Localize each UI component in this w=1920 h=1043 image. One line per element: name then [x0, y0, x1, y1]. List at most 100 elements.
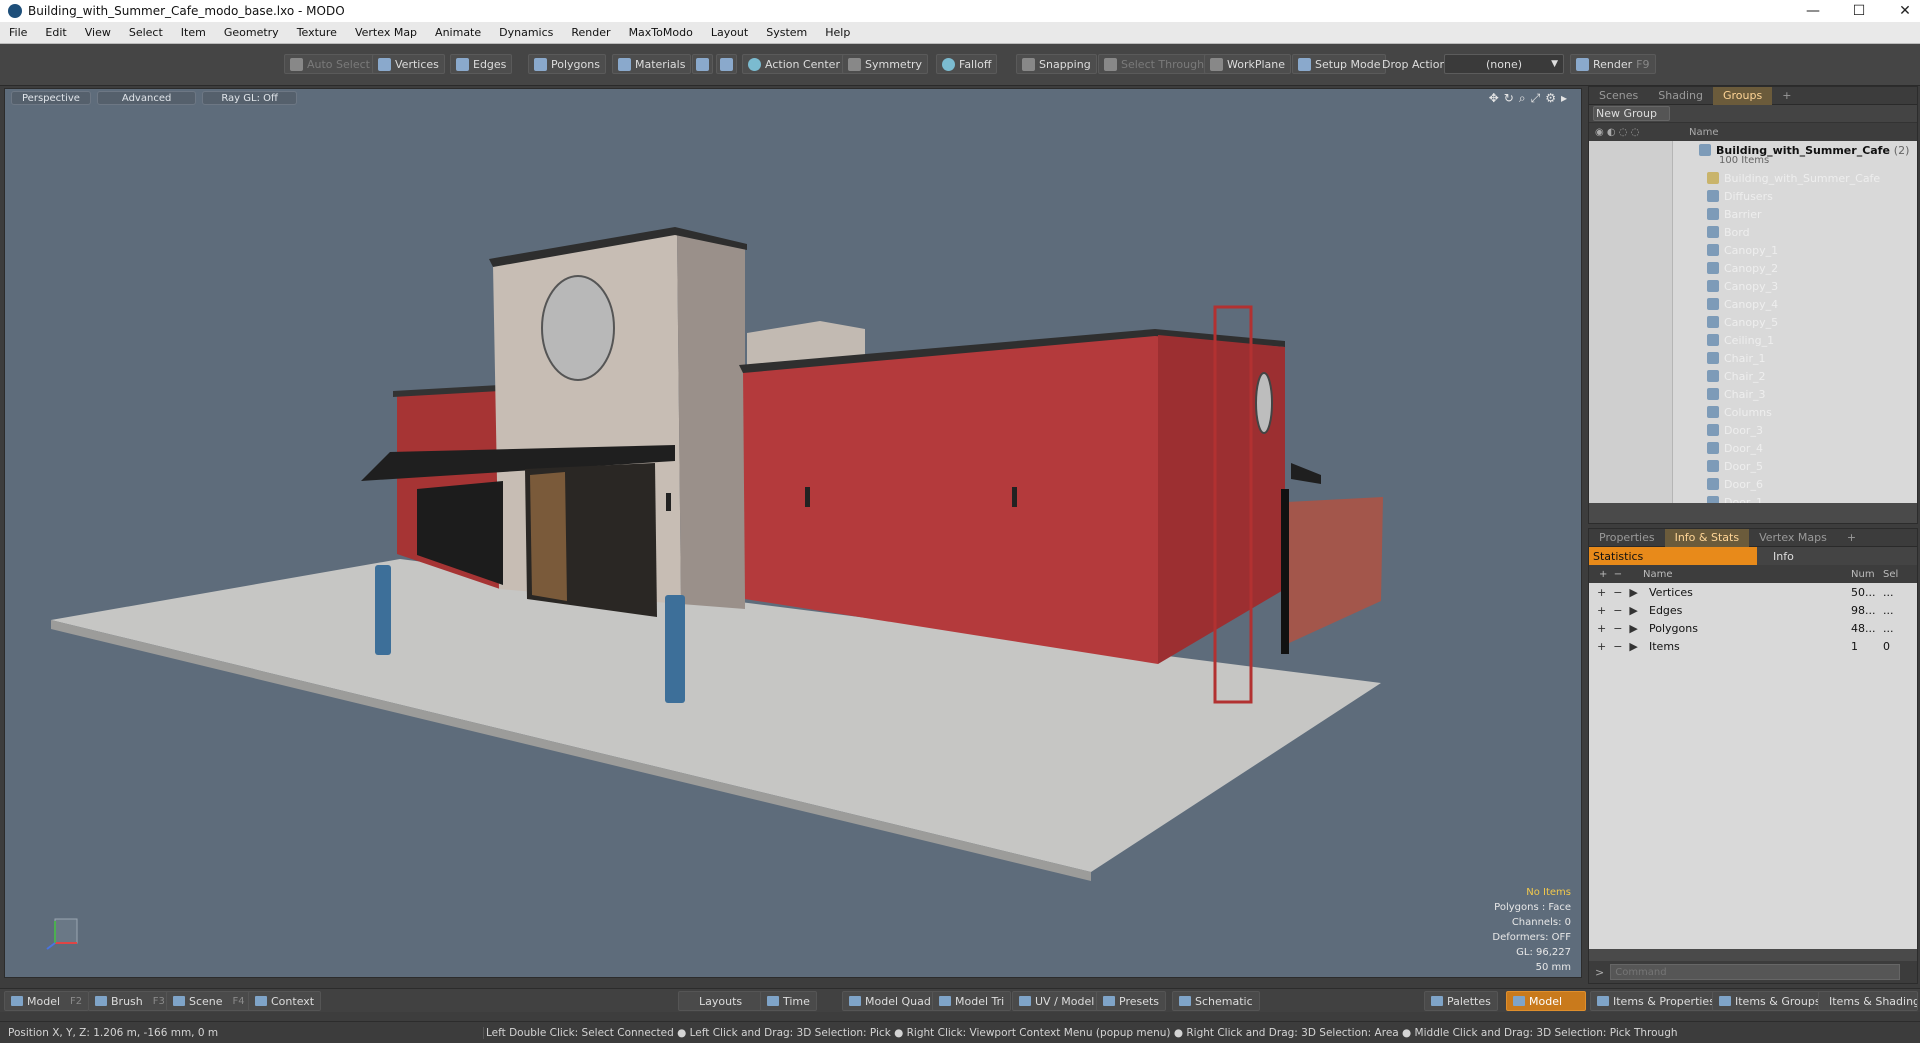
falloff-button[interactable]: Falloff [936, 54, 998, 74]
group-item-row[interactable]: Door_1 [1589, 493, 1917, 503]
stats-row[interactable]: + − ▶ Items 1 0 [1589, 637, 1917, 655]
menu-render[interactable]: Render [562, 26, 619, 39]
symmetry-button[interactable]: Symmetry [842, 54, 929, 74]
menu-help[interactable]: Help [816, 26, 859, 39]
expand-icons[interactable]: + − ▶ [1589, 604, 1643, 617]
menu-system[interactable]: System [757, 26, 816, 39]
tab-info-stats[interactable]: Info & Stats [1664, 528, 1750, 547]
group-item-row[interactable]: Canopy_3 [1589, 277, 1917, 295]
group-item-row[interactable]: Chair_2 [1589, 367, 1917, 385]
root-group-row[interactable]: Building_with_Summer_Cafe (2) [1589, 141, 1917, 159]
uv-model-button[interactable]: UV / Model [1012, 991, 1102, 1011]
raygl-button[interactable]: Ray GL: Off [202, 91, 297, 105]
menu-animate[interactable]: Animate [426, 26, 490, 39]
select-mode-button[interactable] [692, 54, 713, 74]
expand-icons[interactable]: + − ▶ [1589, 640, 1643, 653]
zoom-icon[interactable]: ⌕ [1519, 91, 1526, 106]
tab-info[interactable]: Info [1757, 547, 1794, 565]
stats-row[interactable]: + − ▶ Edges 98...... [1589, 601, 1917, 619]
presets-button[interactable]: Presets [1096, 991, 1167, 1011]
materials-button[interactable]: Materials [612, 54, 692, 74]
gear-icon[interactable]: ⚙ [1545, 91, 1556, 106]
group-item-row[interactable]: Canopy_4 [1589, 295, 1917, 313]
expand-arrow-icon[interactable]: ▸ [1561, 91, 1567, 106]
group-item-row[interactable]: Canopy_5 [1589, 313, 1917, 331]
layouts-button[interactable]: Layouts [678, 991, 764, 1011]
polygons-button[interactable]: Polygons [528, 54, 606, 74]
palettes-button[interactable]: Palettes [1424, 991, 1498, 1011]
items-groups-button[interactable]: Items & Groups [1712, 991, 1828, 1011]
view-type-button[interactable]: Perspective [11, 91, 91, 105]
group-item-row[interactable]: Door_4 [1589, 439, 1917, 457]
close-button[interactable]: ✕ [1882, 0, 1920, 22]
group-item-row[interactable]: Door_6 [1589, 475, 1917, 493]
edges-button[interactable]: Edges [450, 54, 513, 74]
brush-mode-button[interactable]: Brush F3 [88, 991, 172, 1011]
context-button[interactable]: Context [248, 991, 322, 1011]
shading-mode-button[interactable]: Advanced [96, 91, 197, 105]
3d-viewport[interactable]: Perspective Advanced Ray GL: Off ✥ ↻ ⌕ ⤢… [4, 88, 1582, 978]
items-shading-button[interactable]: Items & Shading [1818, 991, 1918, 1011]
tab-properties[interactable]: Properties [1589, 529, 1665, 547]
new-group-button[interactable]: New Group [1593, 106, 1670, 121]
model-quad-button[interactable]: Model Quad [842, 991, 938, 1011]
schematic-button[interactable]: Schematic [1172, 991, 1260, 1011]
menu-layout[interactable]: Layout [702, 26, 757, 39]
rotate-icon[interactable]: ↻ [1504, 91, 1514, 106]
model-layout-button[interactable]: Model [1506, 991, 1586, 1011]
group-item-row[interactable]: Door_3 [1589, 421, 1917, 439]
group-item-row[interactable]: Bord [1589, 223, 1917, 241]
menu-edit[interactable]: Edit [36, 26, 75, 39]
snapping-button[interactable]: Snapping [1016, 54, 1097, 74]
group-item-row[interactable]: Chair_3 [1589, 385, 1917, 403]
add-tab-icon[interactable]: + [1772, 87, 1801, 105]
menu-maxtomodo[interactable]: MaxToModo [620, 26, 702, 39]
expand-icons[interactable]: + − ▶ [1589, 586, 1643, 599]
action-center-button[interactable]: Action Center [742, 54, 846, 74]
group-item-row[interactable]: Door_5 [1589, 457, 1917, 475]
menu-geometry[interactable]: Geometry [215, 26, 288, 39]
group-item-row[interactable]: Canopy_2 [1589, 259, 1917, 277]
group-item-row[interactable]: Diffusers [1589, 187, 1917, 205]
tab-statistics[interactable]: Statistics [1589, 547, 1757, 565]
auto-select-button[interactable]: Auto Select [284, 54, 376, 74]
menu-item[interactable]: Item [172, 26, 215, 39]
menu-texture[interactable]: Texture [288, 26, 346, 39]
stats-row[interactable]: + − ▶ Vertices 50...... [1589, 583, 1917, 601]
menu-vertex-map[interactable]: Vertex Map [346, 26, 426, 39]
tab-groups[interactable]: Groups [1712, 86, 1773, 105]
menu-dynamics[interactable]: Dynamics [490, 26, 562, 39]
group-item-row[interactable]: Chair_1 [1589, 349, 1917, 367]
menu-file[interactable]: File [0, 26, 36, 39]
group-item-row[interactable]: Barrier [1589, 205, 1917, 223]
tab-scenes[interactable]: Scenes [1589, 87, 1648, 105]
time-button[interactable]: Time [760, 991, 817, 1011]
select-through-button[interactable]: Select Through [1098, 54, 1211, 74]
model-mode-button[interactable]: Model F2 [4, 991, 90, 1011]
group-item-row[interactable]: Building_with_Summer_Cafe [1589, 169, 1917, 187]
drop-action-select[interactable]: (none) ▼ [1444, 54, 1564, 74]
add-tab-icon[interactable]: + [1837, 529, 1866, 547]
items-properties-button[interactable]: Items & Properties [1590, 991, 1722, 1011]
stats-row[interactable]: + − ▶ Polygons 48...... [1589, 619, 1917, 637]
scene-mode-button[interactable]: Scene F4 [166, 991, 252, 1011]
menu-select[interactable]: Select [120, 26, 172, 39]
menu-view[interactable]: View [76, 26, 120, 39]
render-button[interactable]: Render F9 [1570, 54, 1656, 74]
model-tri-button[interactable]: Model Tri [932, 991, 1012, 1011]
vertices-button[interactable]: Vertices [372, 54, 445, 74]
tab-vertex-maps[interactable]: Vertex Maps [1749, 529, 1837, 547]
group-item-row[interactable]: Ceiling_1 [1589, 331, 1917, 349]
group-item-row[interactable]: Columns [1589, 403, 1917, 421]
command-input[interactable] [1610, 964, 1901, 980]
minimize-button[interactable]: — [1790, 0, 1836, 22]
workplane-button[interactable]: WorkPlane [1204, 54, 1292, 74]
tab-shading[interactable]: Shading [1648, 87, 1713, 105]
setup-mode-button[interactable]: Setup Mode [1292, 54, 1387, 74]
fit-icon[interactable]: ⤢ [1531, 91, 1541, 106]
select-item-button[interactable] [716, 54, 737, 74]
pan-icon[interactable]: ✥ [1489, 91, 1499, 106]
maximize-button[interactable]: ☐ [1836, 0, 1882, 22]
expand-icons[interactable]: + − ▶ [1589, 622, 1643, 635]
group-item-row[interactable]: Canopy_1 [1589, 241, 1917, 259]
